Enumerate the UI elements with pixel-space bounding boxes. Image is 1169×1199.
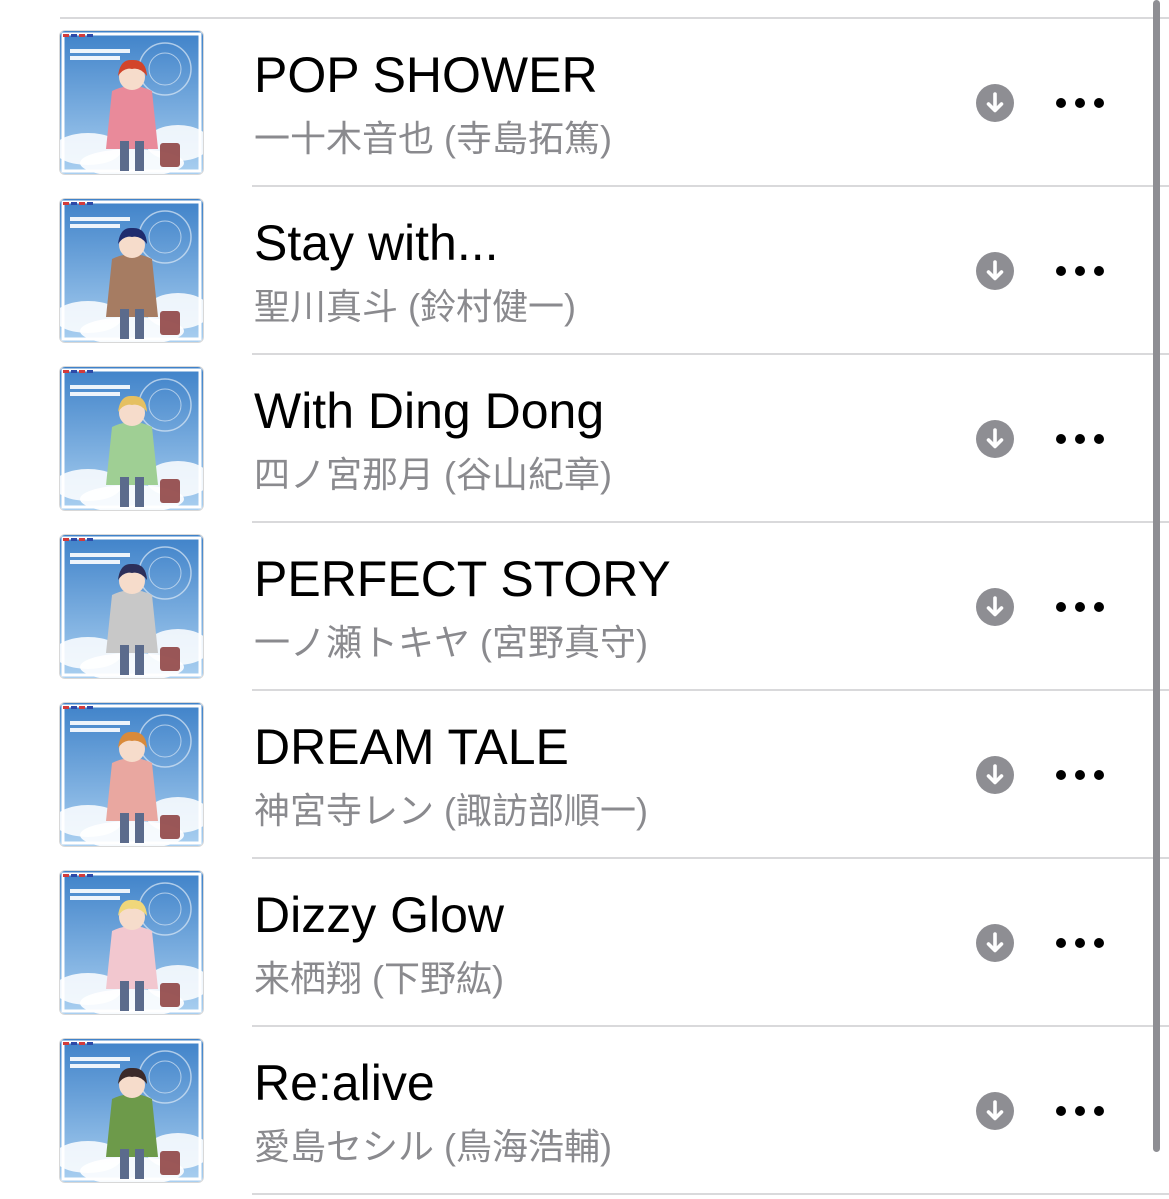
- track-artist: 四ノ宮那月 (谷山紀章): [254, 454, 612, 495]
- track-artist: 聖川真斗 (鈴村健一): [254, 286, 576, 327]
- more-options-button[interactable]: [1052, 90, 1108, 116]
- scrollbar[interactable]: [1153, 0, 1160, 1152]
- download-icon: [976, 588, 1014, 626]
- download-icon: [976, 756, 1014, 794]
- track-title: Stay with...: [254, 215, 499, 271]
- track-row[interactable]: PERFECT STORY 一ノ瀬トキヤ (宮野真守): [0, 523, 1169, 691]
- track-list-screen: POP SHOWER 一十木音也 (寺島拓篤) Stay with... 聖川真…: [0, 0, 1169, 1199]
- album-artwork: [60, 703, 203, 846]
- album-artwork: [60, 31, 203, 174]
- download-icon: [976, 420, 1014, 458]
- track-row[interactable]: Re:alive 愛島セシル (鳥海浩輔): [0, 1027, 1169, 1195]
- track-row[interactable]: Stay with... 聖川真斗 (鈴村健一): [0, 187, 1169, 355]
- track-row[interactable]: With Ding Dong 四ノ宮那月 (谷山紀章): [0, 355, 1169, 523]
- track-artist: 一十木音也 (寺島拓篤): [254, 118, 612, 159]
- more-options-button[interactable]: [1052, 930, 1108, 956]
- download-icon: [976, 84, 1014, 122]
- track-title: Re:alive: [254, 1055, 435, 1111]
- more-icon: [1052, 258, 1108, 284]
- track-title: With Ding Dong: [254, 383, 605, 439]
- more-options-button[interactable]: [1052, 594, 1108, 620]
- track-title: POP SHOWER: [254, 47, 598, 103]
- more-icon: [1052, 1098, 1108, 1124]
- download-icon: [976, 924, 1014, 962]
- track-artist: 来栖翔 (下野紘): [254, 958, 504, 999]
- download-button[interactable]: [976, 420, 1014, 458]
- more-icon: [1052, 762, 1108, 788]
- download-button[interactable]: [976, 252, 1014, 290]
- track-artist: 愛島セシル (鳥海浩輔): [254, 1126, 612, 1167]
- more-options-button[interactable]: [1052, 258, 1108, 284]
- more-icon: [1052, 90, 1108, 116]
- more-icon: [1052, 594, 1108, 620]
- track-artist: 神宮寺レン (諏訪部順一): [254, 790, 648, 831]
- download-icon: [976, 252, 1014, 290]
- more-icon: [1052, 930, 1108, 956]
- download-button[interactable]: [976, 588, 1014, 626]
- download-button[interactable]: [976, 756, 1014, 794]
- more-icon: [1052, 426, 1108, 452]
- download-icon: [976, 1092, 1014, 1130]
- track-list[interactable]: POP SHOWER 一十木音也 (寺島拓篤) Stay with... 聖川真…: [0, 19, 1169, 1195]
- more-options-button[interactable]: [1052, 426, 1108, 452]
- track-title: Dizzy Glow: [254, 887, 505, 943]
- track-title: PERFECT STORY: [254, 551, 671, 607]
- album-artwork: [60, 1039, 203, 1182]
- album-artwork: [60, 199, 203, 342]
- more-options-button[interactable]: [1052, 1098, 1108, 1124]
- track-title: DREAM TALE: [254, 719, 569, 775]
- track-artist: 一ノ瀬トキヤ (宮野真守): [254, 622, 648, 663]
- album-artwork: [60, 535, 203, 678]
- row-divider: [252, 1193, 1169, 1195]
- track-row[interactable]: POP SHOWER 一十木音也 (寺島拓篤): [0, 19, 1169, 187]
- download-button[interactable]: [976, 84, 1014, 122]
- download-button[interactable]: [976, 924, 1014, 962]
- album-artwork: [60, 871, 203, 1014]
- more-options-button[interactable]: [1052, 762, 1108, 788]
- track-row[interactable]: Dizzy Glow 来栖翔 (下野紘): [0, 859, 1169, 1027]
- album-artwork: [60, 367, 203, 510]
- download-button[interactable]: [976, 1092, 1014, 1130]
- track-row[interactable]: DREAM TALE 神宮寺レン (諏訪部順一): [0, 691, 1169, 859]
